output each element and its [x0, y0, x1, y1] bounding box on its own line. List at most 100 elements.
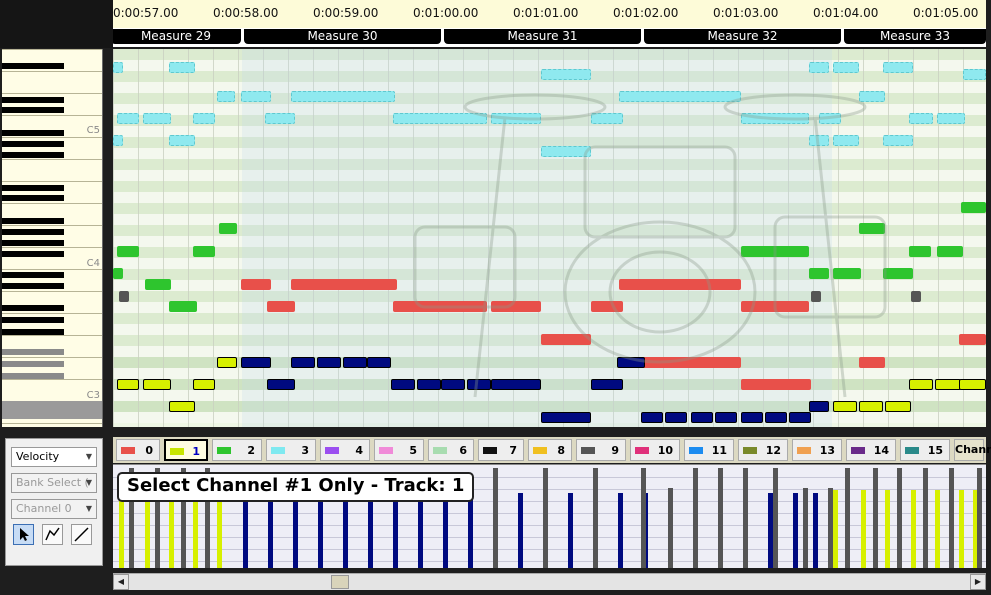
- midi-note[interactable]: [619, 279, 741, 290]
- velocity-bar[interactable]: [813, 493, 818, 568]
- midi-note[interactable]: [741, 113, 809, 124]
- velocity-bar[interactable]: [518, 493, 523, 568]
- midi-note[interactable]: [193, 113, 215, 124]
- midi-note[interactable]: [617, 357, 645, 368]
- midi-note[interactable]: [491, 379, 541, 390]
- midi-note[interactable]: [641, 357, 741, 368]
- velocity-bar[interactable]: [318, 493, 323, 568]
- midi-note[interactable]: [591, 379, 623, 390]
- black-key[interactable]: [2, 317, 64, 323]
- black-key[interactable]: [2, 130, 64, 136]
- midi-note[interactable]: [665, 412, 687, 423]
- black-key[interactable]: [2, 152, 64, 158]
- channel-button-2[interactable]: 2: [212, 439, 262, 461]
- channel-button-13[interactable]: 13: [792, 439, 842, 461]
- midi-note[interactable]: [641, 412, 663, 423]
- midi-note[interactable]: [811, 291, 821, 302]
- channel-button-5[interactable]: 5: [374, 439, 424, 461]
- velocity-bar[interactable]: [977, 468, 982, 568]
- channel-button-11[interactable]: 11: [684, 439, 734, 461]
- midi-note[interactable]: [741, 301, 809, 312]
- midi-note[interactable]: [217, 91, 235, 102]
- horizontal-scrollbar[interactable]: ◀ ▶: [113, 573, 986, 590]
- black-key[interactable]: [2, 185, 64, 191]
- midi-note[interactable]: [113, 62, 123, 73]
- channel-button-9[interactable]: 9: [576, 439, 626, 461]
- midi-note[interactable]: [113, 135, 123, 146]
- black-key[interactable]: [2, 251, 64, 257]
- black-key[interactable]: [2, 240, 64, 246]
- midi-note[interactable]: [909, 379, 933, 390]
- channel-button-8[interactable]: 8: [528, 439, 572, 461]
- velocity-bar[interactable]: [861, 490, 866, 568]
- velocity-bar[interactable]: [873, 468, 878, 568]
- channel-dropdown[interactable]: Channel 0 ▼: [11, 499, 97, 519]
- velocity-bar[interactable]: [897, 468, 902, 568]
- all-channels-button[interactable]: Channels: [954, 439, 991, 461]
- midi-note[interactable]: [117, 246, 139, 257]
- midi-note[interactable]: [715, 412, 737, 423]
- midi-note[interactable]: [467, 379, 491, 390]
- velocity-bar[interactable]: [268, 493, 273, 568]
- line-tool-button[interactable]: [71, 524, 92, 545]
- channel-button-1[interactable]: 1: [164, 439, 208, 461]
- midi-note[interactable]: [909, 246, 931, 257]
- velocity-bar[interactable]: [593, 468, 598, 568]
- black-key[interactable]: [2, 107, 64, 113]
- midi-note[interactable]: [789, 412, 811, 423]
- black-key[interactable]: [2, 195, 64, 201]
- midi-note[interactable]: [833, 135, 859, 146]
- midi-note[interactable]: [833, 401, 857, 412]
- velocity-bar[interactable]: [693, 468, 698, 568]
- midi-note[interactable]: [883, 268, 913, 279]
- midi-note[interactable]: [441, 379, 465, 390]
- time-ruler[interactable]: 0:00:57.00 0:00:58.00 0:00:59.00 0:01:00…: [113, 0, 986, 29]
- midi-note[interactable]: [343, 357, 367, 368]
- midi-note[interactable]: [859, 357, 885, 368]
- scroll-left-button[interactable]: ◀: [113, 574, 129, 590]
- midi-note[interactable]: [267, 379, 295, 390]
- black-key[interactable]: [2, 218, 64, 224]
- midi-note[interactable]: [833, 268, 861, 279]
- midi-note[interactable]: [809, 62, 829, 73]
- velocity-bar[interactable]: [418, 493, 423, 568]
- midi-note[interactable]: [193, 246, 215, 257]
- velocity-bar[interactable]: [393, 493, 398, 568]
- midi-note[interactable]: [241, 279, 271, 290]
- channel-button-0[interactable]: 0: [116, 439, 160, 461]
- velocity-bar[interactable]: [935, 490, 940, 568]
- midi-note[interactable]: [883, 62, 913, 73]
- velocity-bar[interactable]: [568, 493, 573, 568]
- velocity-bar[interactable]: [668, 488, 673, 568]
- midi-note[interactable]: [143, 113, 171, 124]
- midi-note[interactable]: [117, 113, 139, 124]
- velocity-bar[interactable]: [641, 468, 646, 568]
- velocity-bar[interactable]: [368, 493, 373, 568]
- midi-note[interactable]: [113, 268, 123, 279]
- black-key[interactable]: [2, 361, 64, 367]
- midi-note[interactable]: [961, 202, 986, 213]
- velocity-bar[interactable]: [468, 493, 473, 568]
- midi-note[interactable]: [591, 301, 623, 312]
- measure-segment[interactable]: Measure 29: [113, 29, 241, 44]
- midi-note[interactable]: [393, 301, 487, 312]
- midi-note[interactable]: [267, 301, 295, 312]
- midi-note[interactable]: [541, 146, 591, 157]
- midi-note[interactable]: [291, 279, 397, 290]
- midi-note[interactable]: [959, 334, 986, 345]
- velocity-bar[interactable]: [949, 468, 954, 568]
- midi-note[interactable]: [819, 113, 841, 124]
- midi-note[interactable]: [193, 379, 215, 390]
- midi-note[interactable]: [241, 357, 271, 368]
- midi-note[interactable]: [859, 91, 885, 102]
- midi-note[interactable]: [169, 401, 195, 412]
- channel-button-14[interactable]: 14: [846, 439, 896, 461]
- midi-note[interactable]: [541, 334, 591, 345]
- midi-note[interactable]: [393, 113, 487, 124]
- midi-note[interactable]: [317, 357, 341, 368]
- midi-note[interactable]: [833, 62, 859, 73]
- velocity-bar[interactable]: [911, 490, 916, 568]
- midi-note[interactable]: [541, 69, 591, 80]
- channel-button-12[interactable]: 12: [738, 439, 788, 461]
- velocity-bar[interactable]: [618, 493, 623, 568]
